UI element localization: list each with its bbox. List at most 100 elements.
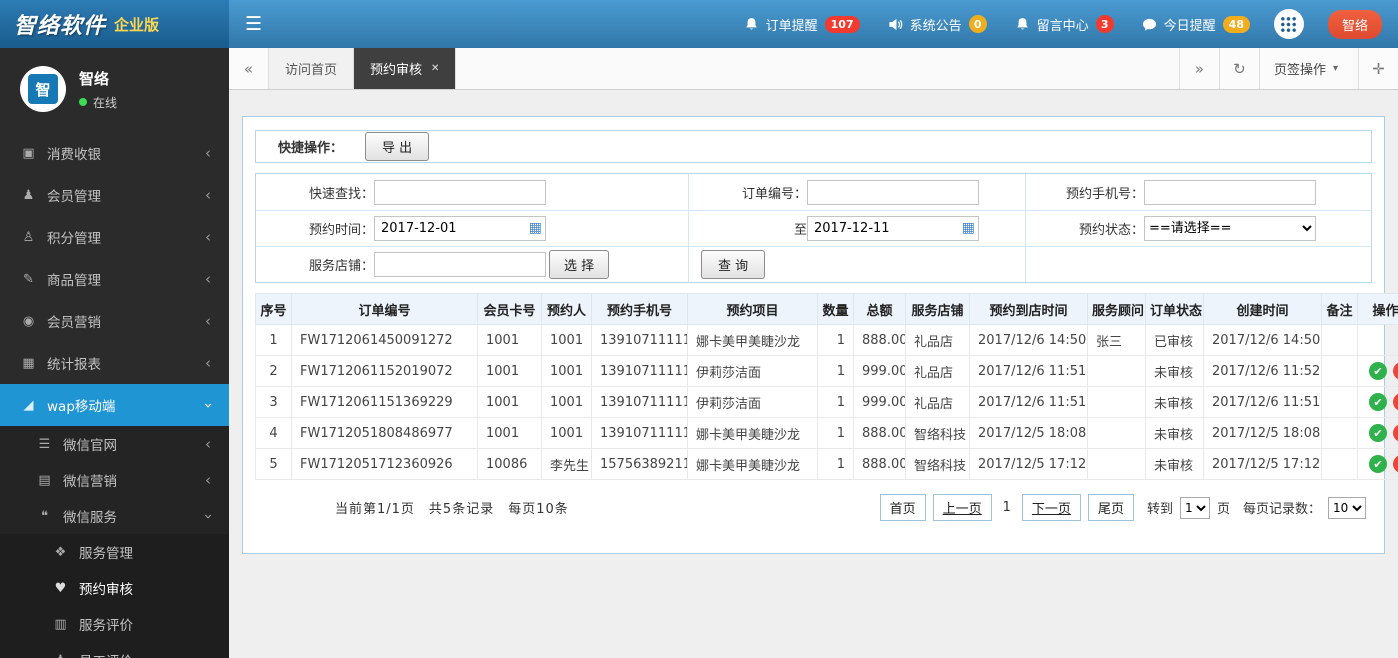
quick-ops-label: 快捷操作：: [278, 141, 344, 156]
last-page-button[interactable]: 尾页: [1087, 494, 1134, 521]
content-area: 快捷操作： 导 出 快速查找： 订单编号： 预约手机号： 预约时间： 2017-…: [229, 90, 1398, 658]
tab-0[interactable]: 访问首页: [269, 48, 355, 89]
reject-icon[interactable]: ✖: [1393, 424, 1398, 442]
approve-icon[interactable]: ✔: [1369, 393, 1387, 411]
notif-today-reminder[interactable]: 今日提醒 48: [1142, 15, 1250, 34]
approve-icon[interactable]: ✔: [1369, 424, 1387, 442]
table-cell: [1321, 448, 1358, 480]
table-cell: 2: [255, 355, 292, 387]
profile-avatar-logo: 智: [28, 74, 58, 104]
column-header: 预约到店时间: [969, 293, 1088, 325]
date-from-input[interactable]: [374, 216, 546, 241]
table-cell: 2017/12/6 11:51:00: [969, 355, 1088, 387]
sidebar-item-marketing[interactable]: ◉ 会员营销 ‹: [0, 300, 229, 342]
table-cell: [1321, 386, 1358, 418]
actions-cell: ✔✖: [1357, 355, 1398, 387]
sidebar-item-points[interactable]: ♙ 积分管理 ‹: [0, 216, 229, 258]
shop-select-button[interactable]: 选 择: [549, 250, 610, 279]
notif-order-reminder[interactable]: 订单提醒 107: [744, 15, 860, 34]
first-page-button[interactable]: 首页: [879, 494, 926, 521]
sidebar: 智 智络 在线 ▣ 消费收银 ‹ ♟ 会员管理 ‹ ♙ 积分管理 ‹ ✎ 商品管理 ‹ ◉ 会员营销 ‹ ▦ 统…: [0, 48, 229, 658]
sidebar-profile: 智 智络 在线: [0, 48, 229, 132]
phone-input[interactable]: [1144, 179, 1316, 205]
user-avatar[interactable]: [1273, 9, 1304, 39]
chevron-left-icon: ‹: [205, 227, 211, 246]
next-page-button[interactable]: 下一页: [1021, 494, 1081, 521]
order-no-input[interactable]: [807, 179, 979, 205]
status-select[interactable]: ==请选择==: [1144, 216, 1316, 241]
report-icon: ▦: [22, 355, 35, 371]
date-to-input[interactable]: [807, 216, 979, 241]
tab-label: 预约审核: [370, 63, 423, 78]
refresh-button[interactable]: ↻: [1218, 48, 1259, 89]
sidebar-item-member[interactable]: ♟ 会员管理 ‹: [0, 174, 229, 216]
fullscreen-button[interactable]: ✛: [1358, 48, 1398, 89]
approve-icon[interactable]: ✔: [1369, 362, 1387, 380]
per-page-label: 每页记录数：: [1242, 502, 1321, 517]
export-button[interactable]: 导 出: [365, 132, 430, 161]
reject-icon[interactable]: ✖: [1393, 393, 1398, 411]
time-label: 预约时间：: [308, 223, 374, 238]
table-cell: 娜卡美甲美睫沙龙: [687, 448, 818, 480]
sidebar-item-service-review[interactable]: ▥ 服务评价: [0, 606, 229, 642]
mobile-icon: ◢: [23, 397, 34, 413]
notif-message-center[interactable]: 留言中心 3: [1015, 15, 1114, 34]
goto-page-select[interactable]: 1: [1179, 496, 1210, 519]
notif-badge: 3: [1095, 15, 1114, 33]
table-cell: 999.00: [853, 355, 906, 387]
sidebar-item-label: 消费收银: [47, 147, 101, 163]
tab-close-icon[interactable]: ✕: [431, 63, 439, 74]
notif-system-notice[interactable]: 系统公告 0: [888, 15, 987, 34]
user-button[interactable]: 智络: [1327, 9, 1382, 39]
table-cell: 张三: [1087, 324, 1146, 356]
table-cell: [1087, 386, 1146, 418]
query-button[interactable]: 查 询: [701, 250, 766, 279]
actions-cell: [1357, 324, 1398, 356]
sidebar-item-wechat-marketing[interactable]: ▤ 微信营销 ‹: [0, 462, 229, 498]
tabs-scroll-right-button[interactable]: »: [1178, 48, 1219, 89]
sidebar-item-report[interactable]: ▦ 统计报表 ‹: [0, 342, 229, 384]
per-page-select[interactable]: 10: [1328, 496, 1366, 519]
sidebar-item-product[interactable]: ✎ 商品管理 ‹: [0, 258, 229, 300]
sidebar-item-staff-review[interactable]: ♟ 员工评价: [0, 642, 229, 658]
sidebar-item-service-manage[interactable]: ❖ 服务管理: [0, 534, 229, 570]
table-cell: 1001: [541, 355, 592, 387]
sidebar-item-wechat-service[interactable]: ❝ 微信服务 ‹: [0, 498, 229, 534]
tab-1[interactable]: 预约审核 ✕: [354, 48, 457, 89]
shop-input[interactable]: [374, 252, 546, 277]
service-manage-icon: ❖: [54, 544, 67, 560]
table-cell: 李先生: [541, 448, 592, 480]
column-header: 服务顾问: [1087, 293, 1146, 325]
notif-badge: 48: [1222, 15, 1250, 33]
table-cell: 1: [817, 417, 854, 449]
table-cell: [1321, 417, 1358, 449]
approve-icon[interactable]: ✔: [1369, 455, 1387, 473]
sidebar-item-wap[interactable]: ◢ wap移动端 ‹: [0, 384, 229, 426]
tab-operations-button[interactable]: 页签操作 ▾: [1258, 48, 1352, 89]
current-page: 1: [1002, 500, 1011, 515]
sidebar-item-booking-audit[interactable]: ♥ 预约审核: [0, 570, 229, 606]
chevron-down-icon: ‹: [198, 513, 217, 519]
quick-find-input[interactable]: [374, 179, 546, 205]
table-cell: 未审核: [1145, 386, 1204, 418]
goto-suffix: 页: [1216, 502, 1230, 517]
points-icon: ♙: [22, 229, 35, 245]
table-cell: [1321, 355, 1358, 387]
calendar-icon[interactable]: ▦: [962, 219, 975, 237]
tabs-scroll-left-button[interactable]: «: [229, 48, 269, 89]
prev-page-button[interactable]: 上一页: [932, 494, 992, 521]
table-cell: 伊莉莎洁面: [687, 386, 818, 418]
goto-label: 转到: [1146, 502, 1173, 517]
profile-avatar[interactable]: 智: [20, 66, 66, 112]
calendar-icon[interactable]: ▦: [529, 219, 542, 237]
time-to-label: 至: [793, 223, 807, 238]
reject-icon[interactable]: ✖: [1393, 362, 1398, 380]
table-cell: 未审核: [1145, 355, 1204, 387]
sidebar-item-cashier[interactable]: ▣ 消费收银 ‹: [0, 132, 229, 174]
table-cell: 2017/12/6 11:51:36: [1203, 386, 1322, 418]
reject-icon[interactable]: ✖: [1393, 455, 1398, 473]
brand-logo: 智络软件 企业版: [0, 0, 229, 48]
sidebar-toggle-icon[interactable]: ☰: [245, 13, 262, 35]
status-label: 预约状态：: [1078, 223, 1144, 238]
sidebar-item-wechat-site[interactable]: ☰ 微信官网 ‹: [0, 426, 229, 462]
